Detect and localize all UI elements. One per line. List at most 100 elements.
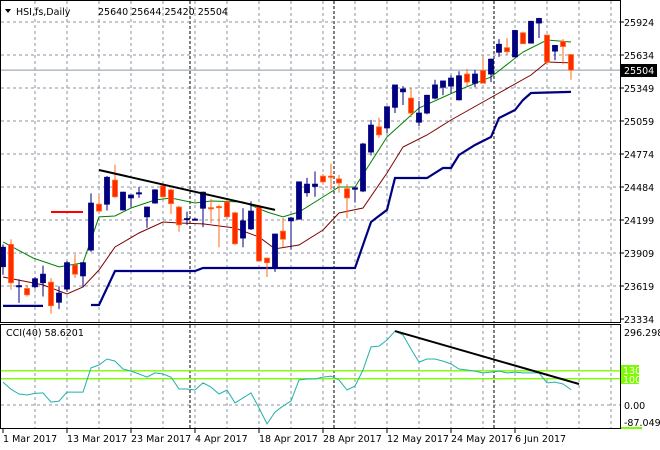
- candle: [344, 184, 350, 218]
- candle-body: [224, 201, 230, 218]
- candle: [392, 84, 398, 114]
- candle: [176, 205, 182, 232]
- candle: [272, 233, 278, 272]
- candle-body: [40, 273, 46, 284]
- triangle-down-icon[interactable]: [5, 9, 11, 13]
- candle-body: [216, 206, 222, 209]
- candle-body: [328, 175, 334, 178]
- candle: [560, 39, 566, 65]
- candle: [232, 211, 238, 245]
- candle: [496, 39, 502, 57]
- candle: [224, 200, 230, 218]
- candle-body: [360, 143, 366, 192]
- candle-body: [536, 18, 542, 24]
- candle: [152, 189, 158, 204]
- candle-body: [32, 278, 38, 288]
- price-pane: [0, 17, 574, 314]
- candle: [544, 34, 550, 65]
- candle: [80, 262, 86, 288]
- candle-body: [264, 257, 270, 264]
- candle-body: [304, 183, 310, 194]
- candle: [192, 217, 198, 221]
- date-tick-label: 1 Mar 2017: [3, 434, 57, 445]
- candle: [16, 279, 22, 303]
- candle-body: [456, 75, 462, 101]
- candle-body: [120, 191, 126, 211]
- candle-body: [392, 84, 398, 108]
- candle: [96, 195, 102, 214]
- date-tick-label: 13 Mar 2017: [67, 434, 127, 445]
- candle: [384, 106, 390, 134]
- price-tick-label: 25349: [624, 84, 654, 95]
- candle-body: [104, 176, 110, 205]
- candle-body: [72, 264, 78, 275]
- candle: [64, 260, 70, 292]
- candle: [520, 31, 526, 45]
- candle: [336, 174, 342, 193]
- candle-body: [208, 207, 214, 210]
- candle-body: [184, 218, 190, 221]
- date-tick-label: 12 May 2017: [387, 434, 449, 445]
- candle-body: [24, 288, 30, 296]
- candle-body: [544, 34, 550, 63]
- candle-body: [472, 73, 478, 84]
- cci-axis-max: 296.2986: [624, 328, 660, 339]
- cci-pane: [1, 330, 620, 425]
- candle: [464, 68, 470, 87]
- price-tick-label: 23334: [624, 315, 654, 326]
- candle: [448, 75, 454, 93]
- candle: [328, 163, 334, 190]
- candle-body: [48, 281, 54, 307]
- price-tick-label: 25059: [624, 117, 654, 128]
- candle: [8, 239, 14, 290]
- candle-body: [424, 94, 430, 114]
- candle-body: [440, 80, 446, 88]
- candle-body: [8, 243, 14, 284]
- cci-axis-min: -87.0498: [624, 418, 660, 429]
- candle-body: [272, 233, 278, 268]
- candle-body: [408, 97, 414, 114]
- candle: [72, 254, 78, 279]
- candle: [112, 164, 118, 198]
- candle-body: [504, 47, 510, 53]
- cci-title: CCI(40) 58.6201: [6, 328, 84, 339]
- candle: [424, 94, 430, 115]
- candle-body: [352, 187, 358, 190]
- price-tick-label: 24774: [624, 150, 654, 161]
- candle-body: [560, 40, 566, 47]
- candle-body: [400, 88, 406, 93]
- candle-body: [256, 206, 262, 262]
- cci-line: [2, 330, 572, 425]
- candle: [312, 171, 318, 197]
- chart-canvas: 25924 25634 25349 25059 24774 24484 24199 23909…: [0, 0, 660, 445]
- candle-body: [320, 175, 326, 183]
- candle: [240, 208, 246, 248]
- candle: [504, 37, 510, 55]
- candle-body: [128, 194, 134, 199]
- candle-body: [168, 189, 174, 205]
- candle-body: [480, 70, 486, 84]
- candle-body: [88, 202, 94, 251]
- candle-body: [248, 210, 254, 230]
- candle: [360, 142, 366, 193]
- candle-body: [552, 44, 558, 52]
- candle-body: [112, 179, 118, 198]
- candle: [536, 17, 542, 38]
- candle-body: [568, 54, 574, 71]
- ma-slow-line: [2, 61, 572, 295]
- candle: [296, 181, 302, 220]
- candle-body: [488, 58, 494, 75]
- candle-body: [56, 292, 62, 303]
- candle: [40, 265, 46, 297]
- candle-body: [520, 32, 526, 45]
- date-tick-label: 23 Mar 2017: [131, 434, 191, 445]
- candle: [320, 173, 326, 185]
- price-tick-label: 23619: [624, 282, 654, 293]
- candle-body: [464, 73, 470, 83]
- price-tick-label: 25634: [624, 51, 654, 62]
- candle: [128, 194, 134, 208]
- price-tick-label: 24199: [624, 216, 654, 227]
- candle: [200, 191, 206, 228]
- candle: [456, 71, 462, 101]
- candle: [144, 206, 150, 228]
